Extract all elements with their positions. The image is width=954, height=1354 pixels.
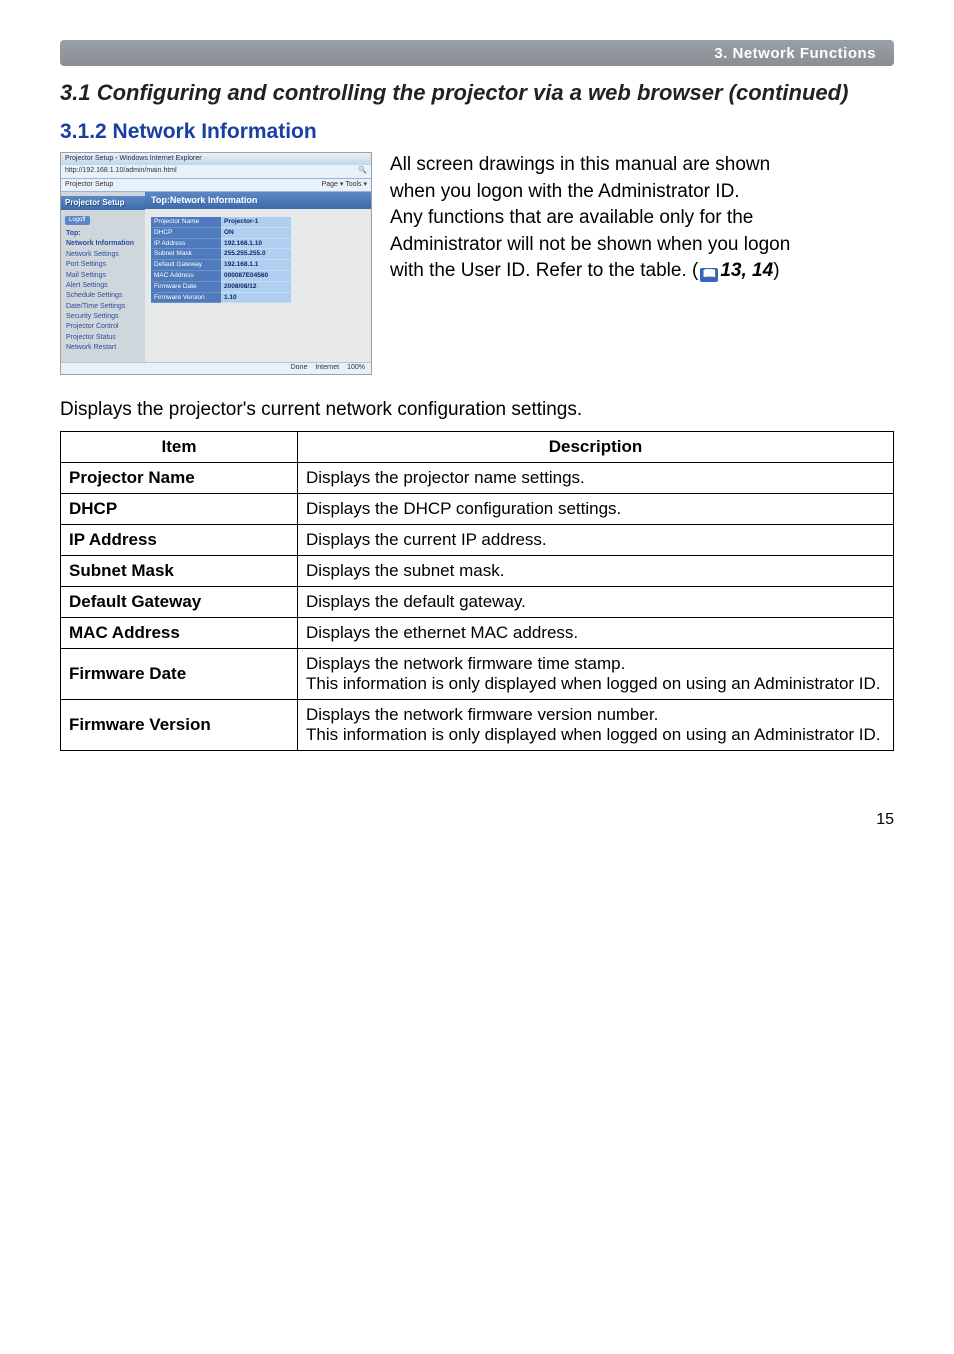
ss-side-header: Projector Setup (61, 196, 145, 210)
intro-line: Administrator will not be shown when you… (390, 234, 790, 255)
ss-tab-bar: Projector Setup Page ▾ Tools ▾ (61, 179, 371, 192)
ss-status-bar: Done Internet 100% (61, 362, 371, 373)
ss-info-row: DHCPON (151, 228, 365, 239)
table-row: MAC AddressDisplays the ethernet MAC add… (61, 617, 894, 648)
header-description: Description (298, 431, 894, 462)
page-number: 15 (60, 811, 894, 829)
ss-tab-text: Projector Setup (65, 181, 113, 189)
ss-nav-item: Projector Status (61, 333, 145, 343)
ss-nav-item: Schedule Settings (61, 291, 145, 301)
ss-footer-zone: Internet (315, 364, 339, 372)
book-icon (700, 268, 718, 282)
table-header-row: Item Description (61, 431, 894, 462)
ss-nav-item: Top: (61, 229, 145, 239)
table-row: Projector NameDisplays the projector nam… (61, 462, 894, 493)
ss-nav-item: Alert Settings (61, 281, 145, 291)
table-row: Firmware DateDisplays the network firmwa… (61, 648, 894, 699)
ss-nav-item: Network Settings (61, 250, 145, 260)
ss-nav-item: Port Settings (61, 260, 145, 270)
intro-line: when you logon with the Administrator ID… (390, 181, 740, 202)
ss-address-bar: http://192.168.1.10/admin/main.html 🔍 (61, 165, 371, 178)
ss-nav-item: Date/Time Settings (61, 302, 145, 312)
table-row: Firmware VersionDisplays the network fir… (61, 699, 894, 750)
document-page: 3. Network Functions 3.1 Configuring and… (0, 0, 954, 869)
ss-info-row: Default Gateway192.168.1.1 (151, 260, 365, 271)
ss-nav-item: Projector Control (61, 322, 145, 332)
ss-footer-done: Done (291, 364, 308, 372)
section-title: 3.1.2 Network Information (60, 120, 894, 144)
ss-info-row: IP Address192.168.1.10 (151, 239, 365, 250)
ss-address-text: http://192.168.1.10/admin/main.html (65, 167, 177, 175)
info-table: Item Description Projector NameDisplays … (60, 431, 894, 751)
intro-line: Any functions that are available only fo… (390, 207, 753, 228)
continued-title: 3.1 Configuring and controlling the proj… (60, 80, 894, 106)
table-body: Projector NameDisplays the projector nam… (61, 462, 894, 750)
ss-nav-item: Security Settings (61, 312, 145, 322)
table-row: DHCPDisplays the DHCP configuration sett… (61, 493, 894, 524)
ss-info-row: Projector NameProjector-1 (151, 217, 365, 228)
table-row: Default GatewayDisplays the default gate… (61, 586, 894, 617)
intro-text-block: All screen drawings in this manual are s… (390, 152, 894, 285)
intro-line: with the User ID. Refer to the table. ( (390, 260, 698, 281)
chapter-header-bar: 3. Network Functions (60, 40, 894, 66)
ss-nav-item: Mail Settings (61, 271, 145, 281)
ss-info-row: MAC Address000087E04560 (151, 271, 365, 282)
displays-text: Displays the projector's current network… (60, 399, 894, 421)
ss-sidebar: Projector Setup Logoff Top: Network Info… (61, 192, 145, 362)
ss-footer-zoom: 100% (347, 364, 365, 372)
intro-row: Projector Setup - Windows Internet Explo… (60, 152, 894, 375)
ss-nav-item: Network Information (61, 239, 145, 249)
table-row: Subnet MaskDisplays the subnet mask. (61, 555, 894, 586)
embedded-screenshot: Projector Setup - Windows Internet Explo… (60, 152, 372, 375)
chapter-header-text: 3. Network Functions (714, 45, 876, 62)
ss-body: Projector Setup Logoff Top: Network Info… (61, 192, 371, 362)
header-item: Item (61, 431, 298, 462)
ss-window-title: Projector Setup - Windows Internet Explo… (61, 153, 371, 165)
ss-info-row: Firmware Version1.10 (151, 293, 365, 304)
ss-tools-text: Page ▾ Tools ▾ (322, 181, 367, 189)
ss-main-bar: Top:Network Information (145, 192, 371, 209)
ss-info-row: Firmware Date2008/08/12 (151, 282, 365, 293)
intro-close: ) (773, 260, 779, 281)
ss-search-placeholder: 🔍 (358, 167, 367, 175)
reference-pages: 13, 14 (720, 260, 773, 281)
ss-info-row: Subnet Mask255.255.255.0 (151, 249, 365, 260)
ss-info-table: Projector NameProjector-1 DHCPON IP Addr… (151, 217, 365, 303)
ss-nav-item: Network Restart (61, 343, 145, 353)
ss-logoff-button: Logoff (65, 216, 90, 225)
table-row: IP AddressDisplays the current IP addres… (61, 524, 894, 555)
ss-main: Top:Network Information Projector NamePr… (145, 192, 371, 362)
intro-line: All screen drawings in this manual are s… (390, 154, 770, 175)
